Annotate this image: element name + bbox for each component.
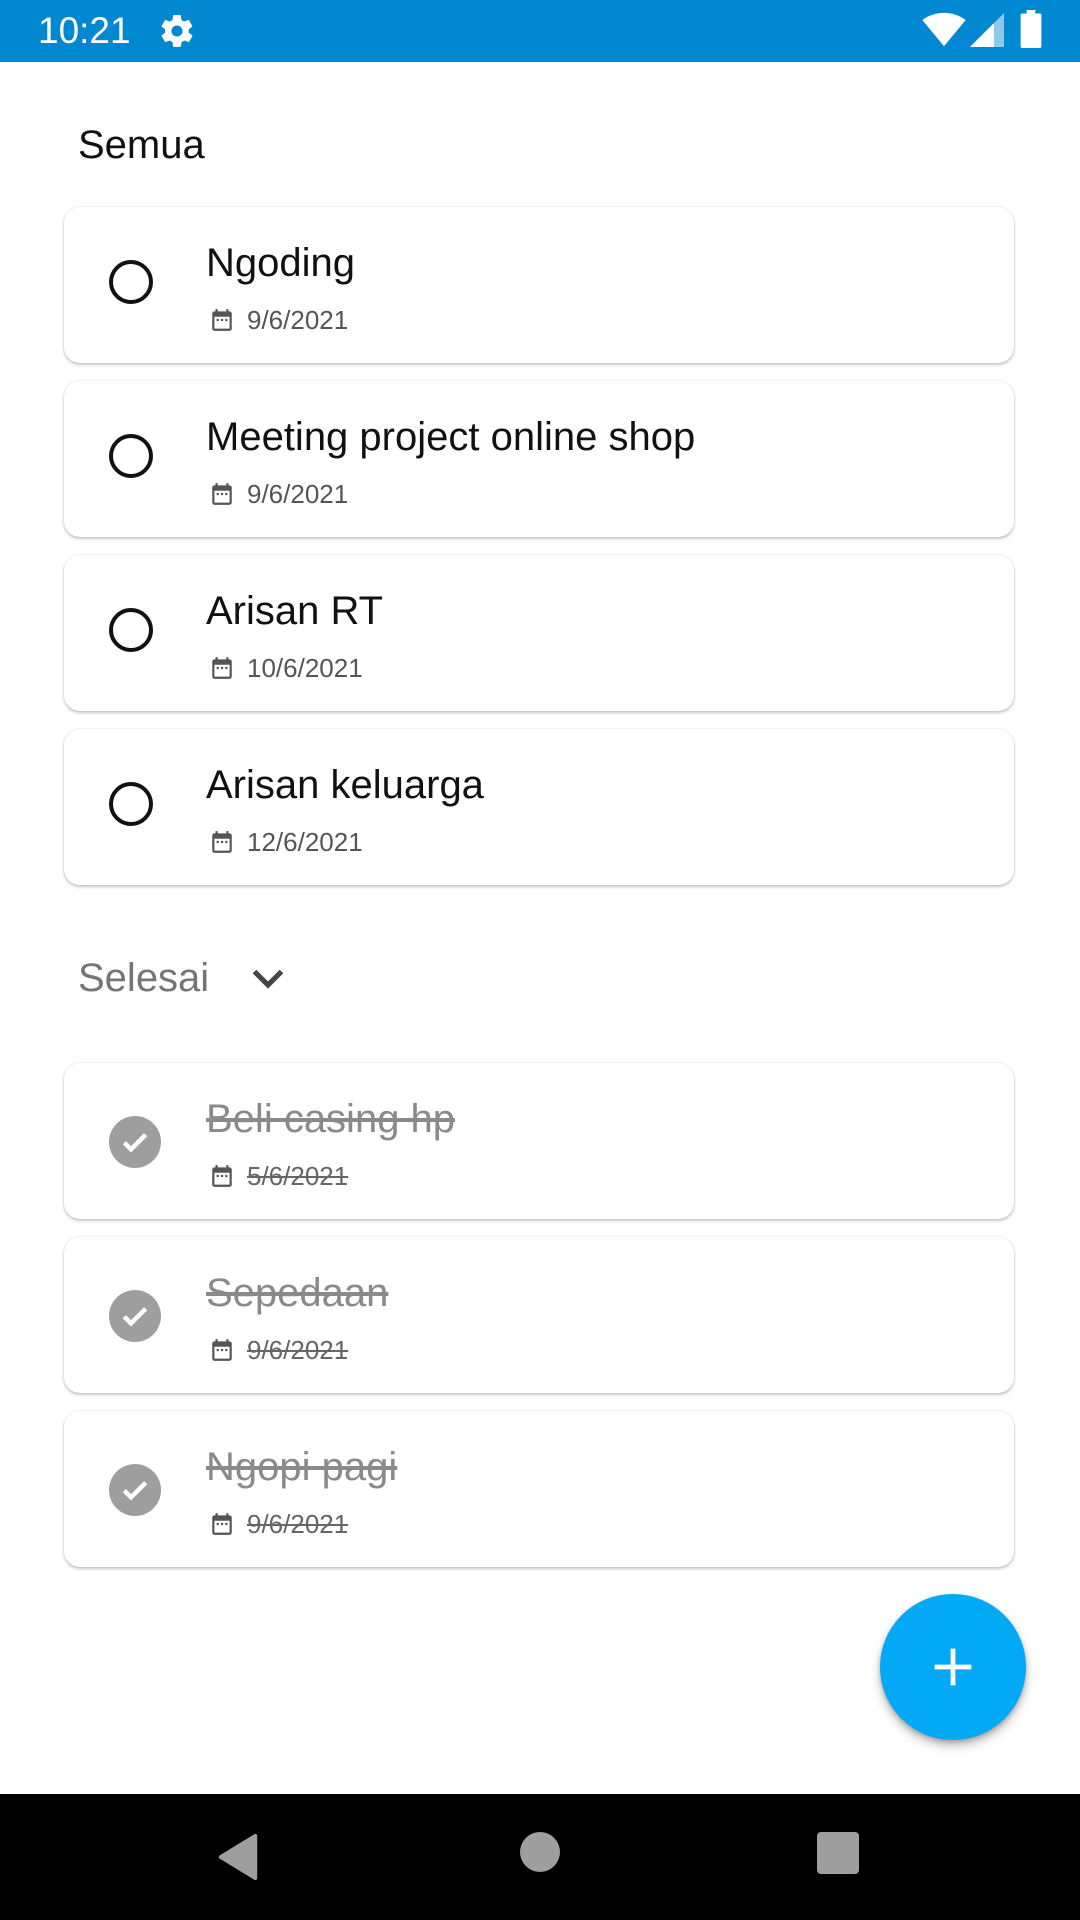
task-date: 5/6/2021 — [247, 1161, 349, 1191]
section-title-all: Semua — [78, 123, 205, 167]
circle-check-icon[interactable] — [109, 434, 153, 478]
circle-check-icon[interactable] — [109, 260, 153, 304]
task-date: 10/6/2021 — [247, 653, 363, 683]
add-task-fab[interactable] — [880, 1594, 1026, 1740]
home-icon[interactable] — [520, 1832, 560, 1872]
task-date: 9/6/2021 — [247, 1335, 349, 1365]
check-done-icon[interactable] — [109, 1116, 161, 1168]
wifi-icon — [922, 12, 966, 47]
section-title-done: Selesai — [78, 956, 210, 1000]
task-title: Meeting project online shop — [206, 415, 696, 459]
task-title: Beli casing hp — [206, 1097, 456, 1141]
circle-check-icon[interactable] — [109, 608, 153, 652]
task-date: 9/6/2021 — [247, 1509, 349, 1539]
task-date: 12/6/2021 — [247, 827, 363, 857]
task-card-done[interactable]: Beli casing hp 5/6/2021 — [64, 1063, 1014, 1219]
task-card[interactable]: Meeting project online shop 9/6/2021 — [64, 381, 1014, 537]
calendar-icon — [212, 1513, 232, 1535]
calendar-icon — [212, 309, 232, 331]
task-date: 9/6/2021 — [247, 479, 349, 509]
task-title: Arisan RT — [206, 589, 384, 633]
task-title: Ngopi pagi — [206, 1445, 398, 1489]
calendar-icon — [212, 483, 232, 505]
task-card[interactable]: Arisan RT 10/6/2021 — [64, 555, 1014, 711]
status-time: 10:21 — [38, 10, 131, 51]
task-card-done[interactable]: Ngopi pagi 9/6/2021 — [64, 1411, 1014, 1567]
recents-icon[interactable] — [817, 1832, 859, 1874]
check-done-icon[interactable] — [109, 1464, 161, 1516]
task-date: 9/6/2021 — [247, 305, 349, 335]
navigation-bar — [0, 1794, 1080, 1920]
gear-icon — [161, 15, 193, 47]
circle-check-icon[interactable] — [109, 782, 153, 826]
calendar-icon — [212, 831, 232, 853]
battery-icon — [1020, 10, 1042, 48]
signal-icon — [970, 13, 1004, 47]
calendar-icon — [212, 1165, 232, 1187]
task-title: Sepedaan — [206, 1271, 389, 1315]
task-title: Arisan keluarga — [206, 763, 484, 807]
calendar-icon — [212, 1339, 232, 1361]
calendar-icon — [212, 657, 232, 679]
plus-icon — [934, 1648, 972, 1686]
task-card[interactable]: Arisan keluarga 12/6/2021 — [64, 729, 1014, 885]
task-title: Ngoding — [206, 241, 356, 285]
status-bar: 10:21 — [0, 0, 1080, 62]
back-icon[interactable] — [216, 1832, 260, 1882]
check-done-icon[interactable] — [109, 1290, 161, 1342]
chevron-down-icon — [252, 969, 284, 989]
task-card[interactable]: Ngoding 9/6/2021 — [64, 207, 1014, 363]
task-card-done[interactable]: Sepedaan 9/6/2021 — [64, 1237, 1014, 1393]
done-section-toggle[interactable]: Selesai — [78, 950, 318, 1006]
